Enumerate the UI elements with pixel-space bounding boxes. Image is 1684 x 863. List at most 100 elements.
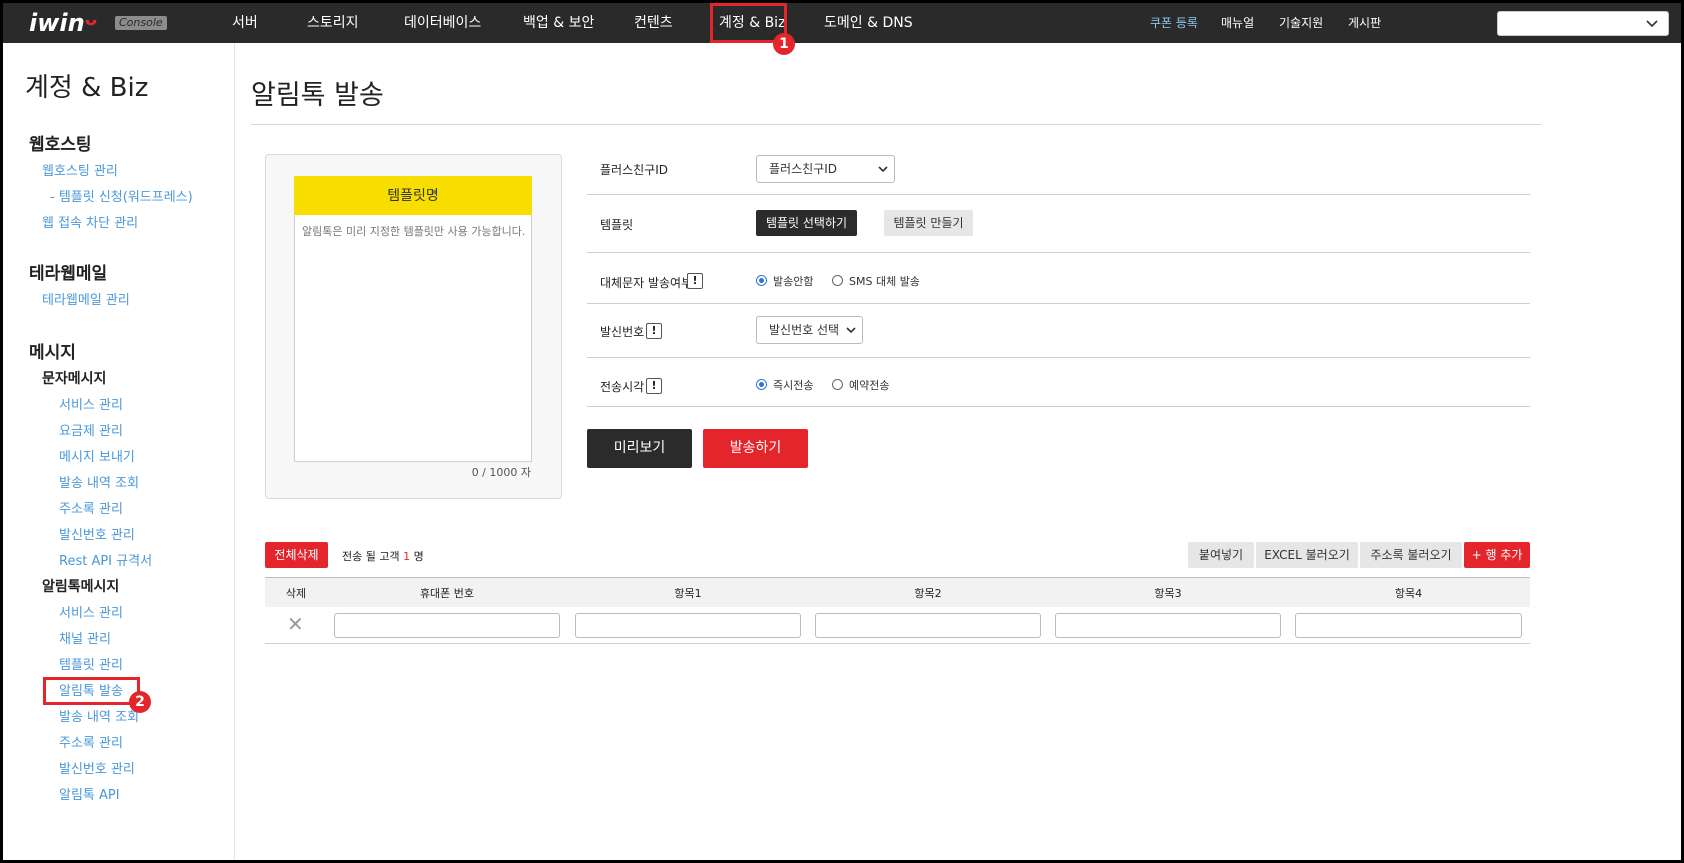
col-phone: 휴대폰 번호 (419, 587, 475, 600)
page-title: 알림톡 발송 (251, 80, 384, 111)
alt-message-label: 대체문자 발송여부 (600, 276, 693, 290)
sidebar-section-webhosting: 웹호스팅 (29, 135, 92, 155)
nav-board[interactable]: 게시판 (1348, 3, 1381, 43)
row-send-time (587, 358, 1530, 407)
template-label: 템플릿 (600, 218, 634, 232)
sidebar-item-terraweb-manage[interactable]: 테라웹메일 관리 (42, 289, 130, 308)
row-template (587, 195, 1530, 253)
row-alt-message (587, 253, 1530, 304)
sidebar-sub-sms: 문자메시지 (42, 371, 107, 387)
highlight-box-2 (43, 677, 140, 705)
col-item2: 항목2 (914, 587, 942, 600)
nav-coupon[interactable]: 쿠폰 등록 (1150, 3, 1198, 43)
plusfriend-label: 플러스친구ID (600, 163, 668, 177)
chevron-down-icon (846, 317, 856, 353)
item1-input[interactable] (575, 613, 801, 638)
send-button[interactable]: 발송하기 (703, 429, 808, 468)
nav-support[interactable]: 기술지원 (1279, 3, 1323, 43)
sidebar-item-alim-sender[interactable]: 발신번호 관리 (59, 758, 135, 777)
help-sender-icon[interactable]: ! (646, 323, 662, 339)
col-item1: 항목1 (674, 587, 702, 600)
col-item3: 항목3 (1154, 587, 1182, 600)
plusfriend-select-value: 플러스친구ID (769, 162, 837, 176)
item2-input[interactable] (815, 613, 1041, 638)
title-divider (251, 124, 1542, 125)
sidebar-item-sms-addressbook[interactable]: 주소록 관리 (59, 498, 123, 517)
row-sender (587, 304, 1530, 358)
sidebar-item-alim-service[interactable]: 서비스 관리 (59, 602, 123, 621)
sidebar-section-terraweb: 테라웹메일 (29, 264, 108, 284)
row-plusfriend (587, 154, 1530, 195)
chevron-down-icon (878, 156, 888, 192)
sidebar-item-alim-history[interactable]: 발송 내역 조회 (59, 706, 139, 725)
sidebar-sub-alimtalk: 알림톡메시지 (42, 579, 120, 595)
sender-number-select[interactable]: 발신번호 선택 (756, 316, 863, 344)
sidebar-item-template-wordpress[interactable]: - 템플릿 신청(워드프레스) (50, 186, 193, 205)
radio-alt-none[interactable] (756, 275, 767, 286)
template-body-text: 알림톡은 미리 지정한 템플릿만 사용 가능합니다. (302, 225, 526, 238)
sidebar-title: 계정 & Biz (25, 73, 149, 103)
recipient-count-number: 1 (403, 550, 411, 563)
recipient-suffix: 명 (413, 550, 424, 563)
recipient-prefix: 전송 될 고객 (342, 550, 400, 563)
radio-alt-sms-label: SMS 대체 발송 (849, 275, 920, 288)
sidebar-item-webhosting-manage[interactable]: 웹호스팅 관리 (42, 160, 118, 179)
chevron-down-icon (1646, 15, 1658, 36)
preview-button[interactable]: 미리보기 (587, 429, 692, 468)
logo-mark: ᴗ (84, 9, 98, 30)
create-template-button[interactable]: 템플릿 만들기 (884, 210, 973, 236)
console-badge: Console (115, 16, 167, 30)
recipient-count: 전송 될 고객 1 명 (342, 548, 424, 564)
nav-domain-dns[interactable]: 도메인 & DNS (824, 3, 913, 43)
sidebar-item-alim-channel[interactable]: 채널 관리 (59, 628, 111, 647)
sidebar-section-message: 메시지 (29, 343, 76, 363)
char-count: 0 / 1000 자 (471, 466, 531, 479)
nav-contents[interactable]: 컨텐츠 (634, 3, 673, 43)
sidebar-item-sms-plan[interactable]: 요금제 관리 (59, 420, 123, 439)
nav-database[interactable]: 데이터베이스 (404, 3, 481, 43)
excel-import-button[interactable]: EXCEL 불러오기 (1256, 542, 1358, 568)
sidebar-item-alim-addressbook[interactable]: 주소록 관리 (59, 732, 123, 751)
delete-all-button[interactable]: 전체삭제 (265, 542, 328, 568)
sidebar-item-sms-rest-api[interactable]: Rest API 규격서 (59, 550, 152, 569)
radio-send-now-label: 즉시전송 (773, 379, 814, 392)
marker-2: 2 (129, 691, 151, 713)
radio-alt-none-label: 발송안함 (773, 275, 814, 288)
addressbook-import-button[interactable]: 주소록 불러오기 (1360, 542, 1462, 568)
template-body-area[interactable] (294, 215, 532, 462)
sidebar-item-sms-service[interactable]: 서비스 관리 (59, 394, 123, 413)
phone-input[interactable] (334, 613, 560, 638)
add-row-button[interactable]: + 행 추가 (1464, 542, 1530, 568)
col-delete: 삭제 (285, 587, 307, 600)
sidebar-item-sms-send[interactable]: 메시지 보내기 (59, 446, 135, 465)
nav-manual[interactable]: 매뉴얼 (1221, 3, 1254, 43)
radio-send-reserve[interactable] (832, 379, 843, 390)
top-navigation: iwinᴗ Console 서버 스토리지 데이터베이스 백업 & 보안 컨텐츠… (3, 3, 1681, 43)
help-alt-icon[interactable]: ! (687, 273, 703, 289)
radio-send-reserve-label: 예약전송 (849, 379, 890, 392)
sidebar-item-sms-history[interactable]: 발송 내역 조회 (59, 472, 139, 491)
sidebar-item-alim-api[interactable]: 알림톡 API (59, 784, 120, 803)
item3-input[interactable] (1055, 613, 1281, 638)
select-template-button[interactable]: 템플릿 선택하기 (756, 210, 857, 236)
sidebar-item-sms-sender[interactable]: 발신번호 관리 (59, 524, 135, 543)
app-frame: iwinᴗ Console 서버 스토리지 데이터베이스 백업 & 보안 컨텐츠… (3, 3, 1681, 860)
plusfriend-select[interactable]: 플러스친구ID (756, 155, 895, 183)
sender-label: 발신번호 (600, 325, 645, 339)
radio-alt-sms[interactable] (832, 275, 843, 286)
col-item4: 항목4 (1394, 587, 1423, 600)
item4-input[interactable] (1295, 613, 1522, 638)
nav-storage[interactable]: 스토리지 (307, 3, 359, 43)
radio-send-now[interactable] (756, 379, 767, 390)
account-select[interactable] (1497, 11, 1669, 36)
sidebar-item-web-block[interactable]: 웹 접속 차단 관리 (42, 212, 138, 231)
nav-server[interactable]: 서버 (232, 3, 258, 43)
template-name-header: 템플릿명 (294, 176, 532, 216)
nav-backup-security[interactable]: 백업 & 보안 (523, 3, 594, 43)
sidebar-item-alim-template[interactable]: 템플릿 관리 (59, 654, 123, 673)
close-icon[interactable]: ✕ (287, 612, 304, 636)
iwin-logo[interactable]: iwinᴗ (29, 9, 97, 37)
help-time-icon[interactable]: ! (646, 378, 662, 394)
paste-button[interactable]: 붙여넣기 (1188, 542, 1254, 568)
send-time-label: 전송시각 (600, 380, 645, 394)
